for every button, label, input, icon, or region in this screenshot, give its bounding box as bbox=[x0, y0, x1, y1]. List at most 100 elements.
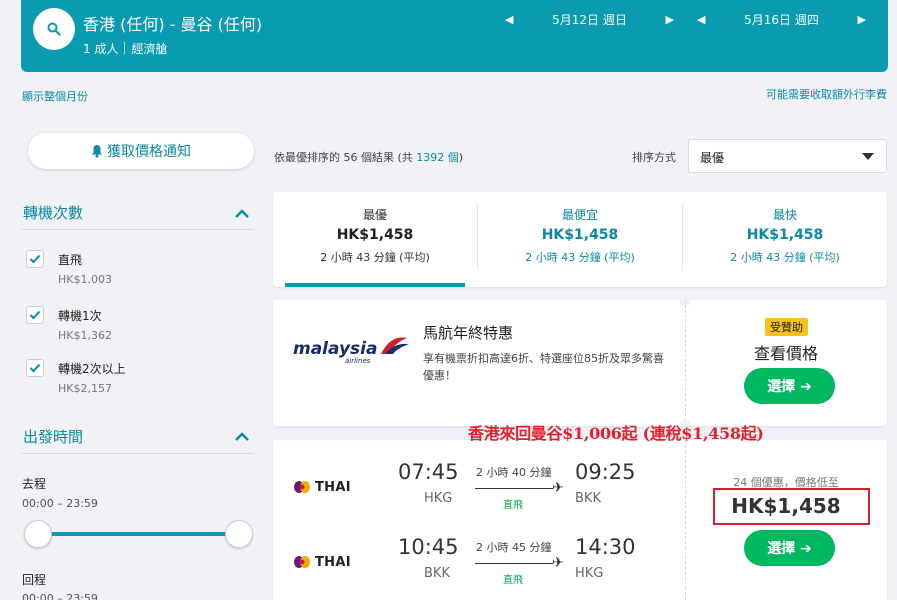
return-leg[interactable]: THAI 10:45 BKK 2 小時 45 分鐘 ✈ 直飛 14:30 HKG bbox=[273, 535, 685, 595]
two-plus-stops-checkbox[interactable] bbox=[26, 359, 44, 377]
stop-option-price: HK$2,157 bbox=[58, 382, 112, 395]
divider bbox=[124, 42, 126, 54]
depart-date[interactable]: 5月12日 週日 bbox=[513, 11, 665, 28]
sort-label: 排序方式 bbox=[632, 151, 676, 164]
search-summary-bar[interactable]: 香港 (任何) - 曼谷 (任何) 1 成人 經濟艙 ◀ 5月12日 週日 ▶ ◀… bbox=[21, 0, 888, 72]
caret-down-icon bbox=[862, 153, 874, 160]
direct-checkbox[interactable] bbox=[26, 250, 44, 268]
price-alert-label: 獲取價格通知 bbox=[107, 144, 191, 160]
depart-date-control[interactable]: ◀ 5月12日 週日 ▶ bbox=[505, 11, 688, 28]
ad-description: 享有機票折扣高達6折、特選座位85折及眾多驚喜優惠！ bbox=[423, 352, 664, 382]
check-icon bbox=[29, 310, 41, 320]
outbound-leg[interactable]: THAI 07:45 HKG 2 小時 40 分鐘 ✈ 直飛 09:25 BKK bbox=[273, 460, 685, 520]
price-alert-button[interactable]: 獲取價格通知 bbox=[28, 133, 254, 169]
arrival-time: 14:30 bbox=[575, 535, 636, 559]
return-date-control[interactable]: ◀ 5月16日 週四 ▶ bbox=[697, 11, 880, 28]
price-highlight-box bbox=[713, 488, 870, 525]
sponsored-badge: 受贊助 bbox=[765, 318, 808, 336]
logo-wordmark: malaysia bbox=[293, 339, 377, 359]
flight-select-button[interactable]: 選擇 ➔ bbox=[744, 530, 835, 566]
tab-best[interactable]: 最優 HK$1,458 2 小時 43 分鐘 (平均) bbox=[273, 192, 477, 287]
chevron-up-icon[interactable] bbox=[234, 207, 250, 219]
departure-time-filter-title[interactable]: 出發時間 bbox=[23, 426, 83, 447]
ad-title: 馬航年終特惠 bbox=[423, 324, 514, 342]
results-count: 依最優排序的 56 個結果 (共 1392 個) bbox=[274, 149, 463, 165]
thai-airways-logo: THAI bbox=[293, 553, 353, 571]
prev-depart-date-icon[interactable]: ◀ bbox=[505, 13, 513, 26]
malaysia-airlines-logo: malaysia airlines bbox=[293, 337, 409, 365]
tab-fastest[interactable]: 最快 HK$1,458 2 小時 43 分鐘 (平均) bbox=[683, 192, 887, 287]
outbound-slider-track[interactable] bbox=[38, 532, 238, 536]
arrival-airport: BKK bbox=[575, 491, 601, 506]
stop-option-price: HK$1,003 bbox=[58, 273, 112, 286]
next-depart-date-icon[interactable]: ▶ bbox=[665, 13, 673, 26]
arrival-airport: HKG bbox=[575, 566, 604, 581]
departure-time: 10:45 bbox=[398, 535, 459, 559]
tab-price: HK$1,458 bbox=[541, 227, 619, 243]
thai-orchid-icon bbox=[294, 481, 310, 493]
travellers-cabin[interactable]: 1 成人 經濟艙 bbox=[83, 40, 167, 57]
stop-option-label: 轉機2次以上 bbox=[58, 362, 126, 376]
check-icon bbox=[29, 363, 41, 373]
thai-airways-logo: THAI bbox=[293, 478, 353, 496]
promo-annotation: 香港來回曼谷$1,006起 (連稅$1,458起) bbox=[468, 424, 764, 443]
results-count-prefix: 依最優排序的 56 個結果 (共 bbox=[274, 151, 417, 164]
total-results-link[interactable]: 1392 個 bbox=[416, 151, 459, 164]
direct-flight-label: 直飛 bbox=[503, 500, 523, 511]
return-label: 回程 bbox=[22, 573, 47, 587]
flight-result-card[interactable]: THAI 07:45 HKG 2 小時 40 分鐘 ✈ 直飛 09:25 BKK… bbox=[273, 440, 887, 600]
stops-filter-title[interactable]: 轉機次數 bbox=[23, 202, 83, 223]
prev-return-date-icon[interactable]: ◀ bbox=[697, 13, 705, 26]
plane-icon: ✈ bbox=[552, 555, 564, 571]
stop-option-label: 直飛 bbox=[58, 253, 83, 267]
passenger-count: 1 成人 bbox=[83, 42, 119, 56]
search-button[interactable] bbox=[33, 8, 75, 50]
stop-option-price: HK$1,362 bbox=[58, 329, 112, 342]
bell-icon bbox=[92, 145, 102, 158]
return-time-range: 00:00 – 23:59 bbox=[22, 592, 98, 600]
flight-duration: 2 小時 40 分鐘 bbox=[476, 466, 552, 479]
divider bbox=[22, 229, 254, 230]
route-title[interactable]: 香港 (任何) - 曼谷 (任何) bbox=[83, 11, 262, 35]
one-stop-checkbox[interactable] bbox=[26, 306, 44, 324]
divider bbox=[22, 453, 254, 454]
tab-cheapest[interactable]: 最便宜 HK$1,458 2 小時 43 分鐘 (平均) bbox=[478, 192, 682, 287]
flight-path-line bbox=[475, 488, 553, 489]
active-tab-indicator bbox=[285, 283, 465, 287]
sort-tabs: 最優 HK$1,458 2 小時 43 分鐘 (平均) 最便宜 HK$1,458… bbox=[273, 192, 887, 287]
departure-airport: BKK bbox=[424, 566, 450, 581]
tab-name: 最便宜 bbox=[561, 208, 598, 222]
tab-price: HK$1,458 bbox=[336, 227, 414, 243]
return-date[interactable]: 5月16日 週四 bbox=[705, 11, 857, 28]
tab-name: 最快 bbox=[772, 208, 797, 222]
view-price-label: 查看價格 bbox=[753, 344, 818, 363]
direct-flight-label: 直飛 bbox=[503, 575, 523, 586]
cabin-class: 經濟艙 bbox=[131, 42, 168, 56]
flight-path-line bbox=[475, 563, 553, 564]
show-whole-month-link[interactable]: 顯示整個月份 bbox=[22, 88, 88, 104]
tab-duration: 2 小時 43 分鐘 (平均) bbox=[320, 251, 430, 264]
outbound-slider-min-handle[interactable] bbox=[24, 520, 52, 548]
stop-option-label: 轉機1次 bbox=[58, 309, 102, 323]
sponsored-ad-card[interactable]: malaysia airlines 馬航年終特惠 享有機票折扣高達6折、特選座位… bbox=[273, 300, 887, 426]
tab-duration: 2 小時 43 分鐘 (平均) bbox=[525, 251, 635, 264]
ad-select-button[interactable]: 選擇 ➔ bbox=[744, 368, 835, 404]
tab-price: HK$1,458 bbox=[746, 227, 824, 243]
check-icon bbox=[29, 254, 41, 264]
flight-duration: 2 小時 45 分鐘 bbox=[476, 541, 552, 554]
airline-name: THAI bbox=[315, 479, 351, 495]
tab-duration: 2 小時 43 分鐘 (平均) bbox=[730, 251, 840, 264]
card-divider bbox=[685, 440, 686, 600]
outbound-slider-max-handle[interactable] bbox=[225, 520, 253, 548]
baggage-fees-link[interactable]: 可能需要收取額外行李費 bbox=[766, 86, 887, 102]
search-icon bbox=[47, 22, 61, 36]
sort-select[interactable]: 最優 bbox=[688, 139, 887, 173]
plane-icon: ✈ bbox=[552, 480, 564, 496]
arrival-time: 09:25 bbox=[575, 460, 636, 484]
outbound-label: 去程 bbox=[22, 477, 47, 491]
outbound-time-range: 00:00 – 23:59 bbox=[22, 497, 98, 510]
sort-value: 最優 bbox=[700, 151, 725, 165]
departure-airport: HKG bbox=[424, 491, 453, 506]
next-return-date-icon[interactable]: ▶ bbox=[857, 13, 865, 26]
chevron-up-icon[interactable] bbox=[234, 430, 250, 442]
